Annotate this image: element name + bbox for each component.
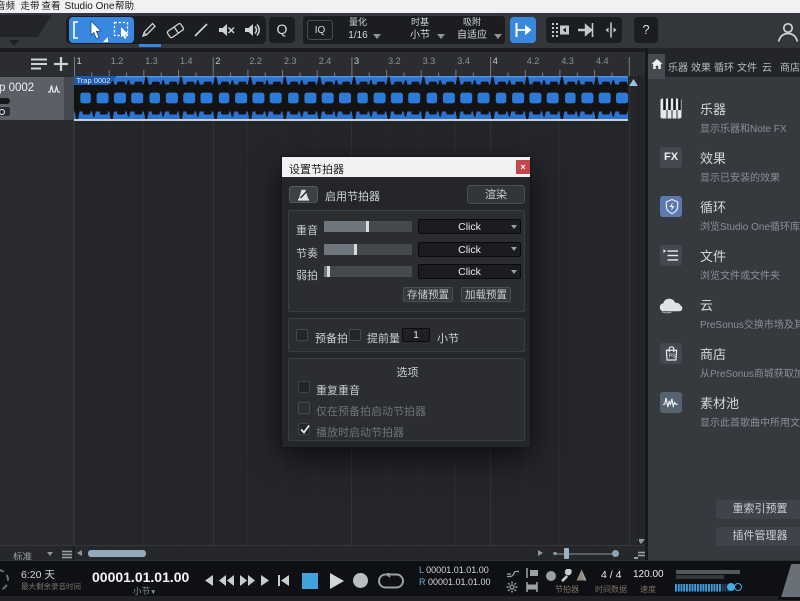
svg-text:PS: PS xyxy=(668,354,675,360)
svg-text:Trap 0002: Trap 0002 xyxy=(77,76,111,85)
